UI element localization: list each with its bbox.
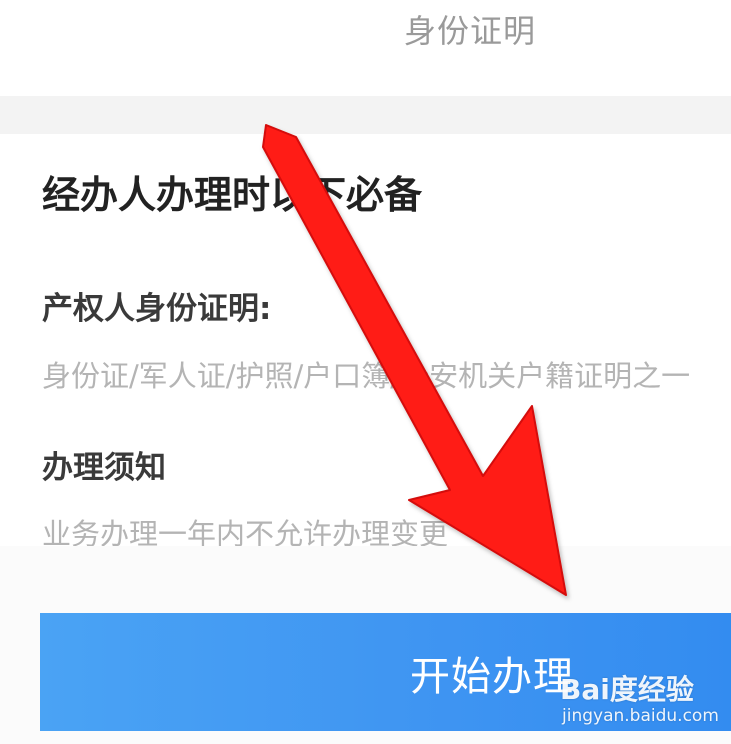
owner-id-proof-description: 身份证/军人证/护照/户口簿/公安机关户籍证明之一 <box>42 359 691 393</box>
identity-proof-tab[interactable]: 身份证明 <box>404 6 536 52</box>
start-processing-label: 开始办理 <box>410 655 574 699</box>
card-heading: 经办人办理时以下必备 <box>42 173 423 217</box>
section-divider <box>0 96 731 134</box>
owner-id-proof-title: 产权人身份证明: <box>42 291 272 327</box>
notice-title: 办理须知 <box>42 450 166 486</box>
top-area: 身份证明 <box>0 0 731 96</box>
start-processing-button[interactable]: 开始办理 <box>40 613 731 731</box>
